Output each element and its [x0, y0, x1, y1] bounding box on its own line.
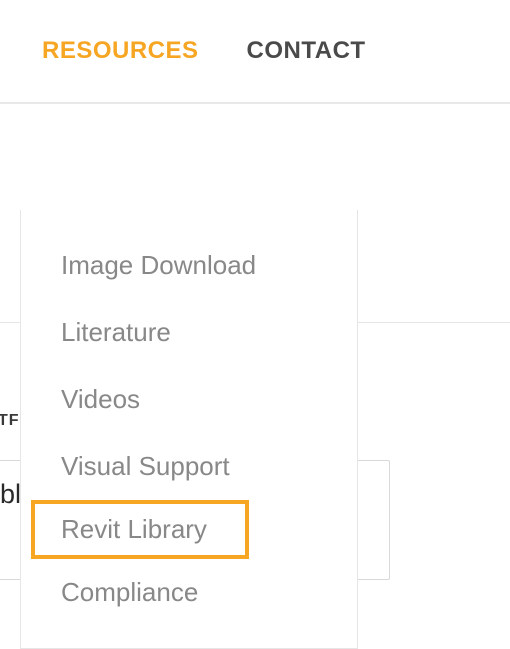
- dropdown-item-videos[interactable]: Videos: [27, 366, 351, 433]
- dropdown-item-literature[interactable]: Literature: [27, 299, 351, 366]
- background-section-label: TF: [0, 412, 20, 430]
- dropdown-item-compliance[interactable]: Compliance: [27, 559, 351, 626]
- nav-resources[interactable]: RESOURCES: [42, 37, 199, 65]
- nav-bar: RESOURCES CONTACT: [0, 0, 510, 104]
- resources-dropdown: Image Download Literature Videos Visual …: [20, 210, 358, 649]
- dropdown-item-revit-library[interactable]: Revit Library: [31, 500, 249, 559]
- dropdown-item-image-download[interactable]: Image Download: [27, 232, 351, 299]
- nav-contact[interactable]: CONTACT: [247, 37, 366, 65]
- dropdown-item-visual-support[interactable]: Visual Support: [27, 433, 351, 500]
